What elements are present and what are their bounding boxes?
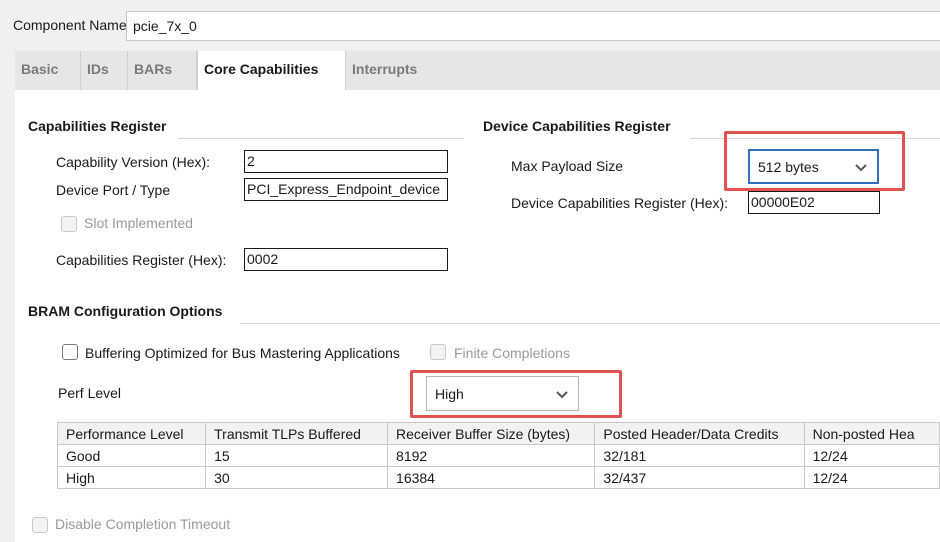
buffering-optimized-label: Buffering Optimized for Bus Mastering Ap… <box>85 345 400 361</box>
capabilities-register-hex-label: Capabilities Register (Hex): <box>56 252 227 268</box>
table-cell: 15 <box>205 444 389 467</box>
device-port-type-label: Device Port / Type <box>56 182 171 198</box>
performance-table-container: Performance Level Transmit TLPs Buffered… <box>57 422 940 492</box>
table-cell: 32/181 <box>594 444 805 467</box>
device-capabilities-register-title: Device Capabilities Register <box>483 118 671 134</box>
section-divider <box>240 323 940 324</box>
max-payload-size-value: 512 bytes <box>758 158 819 175</box>
max-payload-size-label: Max Payload Size <box>511 158 624 174</box>
section-divider <box>178 138 464 139</box>
table-header-row: Performance Level Transmit TLPs Buffered… <box>57 422 940 445</box>
table-cell: 32/437 <box>594 466 805 489</box>
bram-configuration-title: BRAM Configuration Options <box>28 303 223 319</box>
perf-level-value: High <box>435 385 464 402</box>
slot-implemented-label: Slot Implemented <box>84 215 193 231</box>
slot-implemented-checkbox[interactable] <box>61 216 77 232</box>
component-name-input[interactable]: pcie_7x_0 <box>126 11 940 41</box>
finite-completions-checkbox[interactable] <box>430 344 446 360</box>
tab-bar: Basic IDs BARs Core Capabilities Interru… <box>15 51 940 90</box>
table-row[interactable]: Good 15 8192 32/181 12/24 <box>57 444 940 467</box>
table-cell: 30 <box>205 466 389 489</box>
finite-completions-label: Finite Completions <box>454 345 570 361</box>
component-name-label: Component Name <box>13 17 127 33</box>
table-cell: 12/24 <box>803 466 940 489</box>
table-cell: 8192 <box>387 444 596 467</box>
chevron-down-icon <box>556 390 568 398</box>
table-header: Posted Header/Data Credits <box>594 422 805 445</box>
buffering-optimized-checkbox[interactable] <box>62 344 78 360</box>
table-cell: 12/24 <box>803 444 940 467</box>
table-row[interactable]: High 30 16384 32/437 12/24 <box>57 466 940 489</box>
capabilities-register-title: Capabilities Register <box>28 118 167 134</box>
table-header: Receiver Buffer Size (bytes) <box>387 422 596 445</box>
table-header: Non-posted Hea <box>803 422 940 445</box>
table-header: Performance Level <box>57 422 207 445</box>
capability-version-label: Capability Version (Hex): <box>56 154 211 170</box>
table-cell: 16384 <box>387 466 596 489</box>
perf-level-dropdown[interactable]: High <box>426 376 579 411</box>
tab-interrupts[interactable]: Interrupts <box>346 51 446 90</box>
device-capabilities-hex-label: Device Capabilities Register (Hex): <box>511 195 729 211</box>
chevron-down-icon <box>855 163 867 171</box>
tab-bars[interactable]: BARs <box>128 51 197 90</box>
device-capabilities-hex-field[interactable]: 00000E02 <box>748 191 880 214</box>
capability-version-field[interactable]: 2 <box>244 150 448 173</box>
max-payload-size-dropdown[interactable]: 512 bytes <box>748 149 879 184</box>
table-header: Transmit TLPs Buffered <box>205 422 389 445</box>
disable-completion-timeout-label: Disable Completion Timeout <box>55 516 231 532</box>
table-cell: Good <box>57 444 207 467</box>
disable-completion-timeout-checkbox[interactable] <box>32 517 48 533</box>
capabilities-register-hex-field[interactable]: 0002 <box>244 248 448 271</box>
tab-ids[interactable]: IDs <box>81 51 128 90</box>
device-port-type-field[interactable]: PCI_Express_Endpoint_device <box>244 178 448 201</box>
tab-basic[interactable]: Basic <box>15 51 81 90</box>
table-cell: High <box>57 466 207 489</box>
performance-table: Performance Level Transmit TLPs Buffered… <box>57 422 940 489</box>
tab-core-capabilities[interactable]: Core Capabilities <box>197 51 346 90</box>
perf-level-label: Perf Level <box>58 385 122 401</box>
